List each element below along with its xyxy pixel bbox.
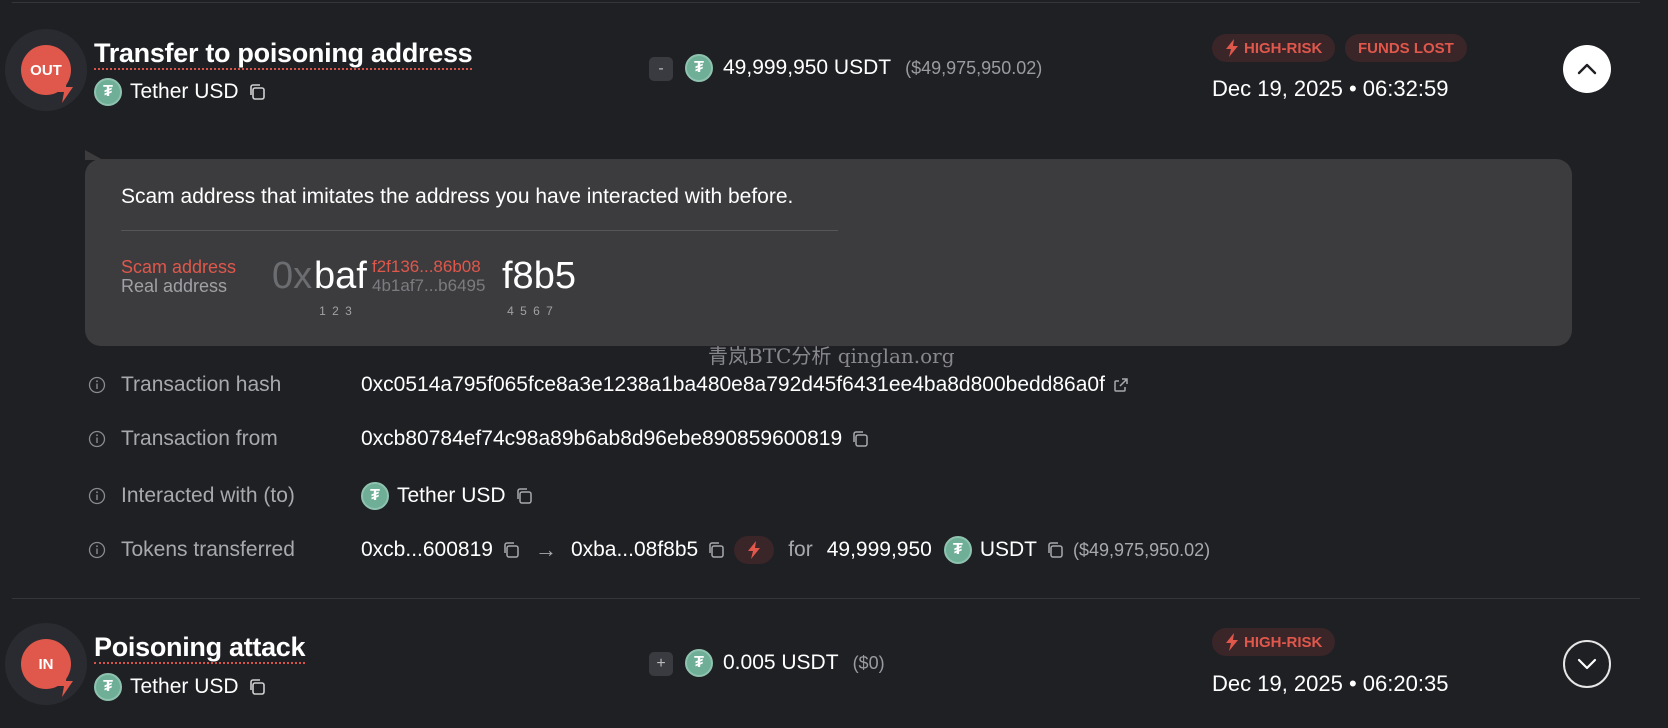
scam-address-middle: f2f136...86b08 (372, 257, 481, 276)
tx-title[interactable]: Transfer to poisoning address (94, 38, 473, 70)
digit: 3 (345, 304, 352, 318)
amount-value: 0.005 USDT (723, 651, 839, 674)
tether-icon: ₮ (685, 54, 713, 82)
external-link-icon[interactable] (1113, 377, 1129, 393)
real-address-middle: 4b1af7...b6495 (372, 276, 486, 295)
match-digits-end: 4567 (504, 304, 556, 318)
bolt-icon (748, 541, 761, 559)
digit: 6 (533, 304, 540, 318)
tx-date: Dec 19, 2025 • 06:20:35 (1212, 671, 1449, 696)
digit: 1 (319, 304, 326, 318)
bolt-icon (57, 77, 73, 103)
detail-label: Transaction hash (121, 373, 282, 396)
token-from-address[interactable]: 0xcb...600819 (361, 538, 493, 562)
real-address-label: Real address (121, 276, 228, 296)
info-icon[interactable] (88, 541, 106, 559)
address-prefix: 0x (272, 255, 313, 297)
tether-icon: ₮ (361, 482, 389, 510)
badge-high-risk: HIGH-RISK (1212, 34, 1336, 62)
copy-icon[interactable] (247, 677, 267, 697)
badge-label: HIGH-RISK (1244, 39, 1323, 57)
watermark: 青岚BTC分析 qinglan.org (708, 344, 955, 368)
risk-bolt-badge (734, 536, 775, 564)
badge-funds-lost: FUNDS LOST (1345, 34, 1467, 62)
token-symbol[interactable]: USDT (980, 538, 1037, 562)
detail-label: Tokens transferred (121, 538, 295, 561)
detail-row-hash: Transaction hash 0xc0514a795f065fce8a3e1… (88, 373, 1128, 397)
tether-icon: ₮ (94, 78, 122, 106)
amount: ₮ 49,999,950 USDT ($49,975,950.02) (685, 54, 1042, 82)
detail-value: ₮ Tether USD (361, 482, 534, 510)
detail-value: 0xc0514a795f065fce8a3e1238a1ba480e8a792d… (361, 373, 1129, 397)
copy-icon[interactable] (1045, 540, 1065, 560)
token-to-address[interactable]: 0xba...08f8b5 (571, 538, 698, 562)
top-divider (12, 2, 1640, 3)
from-address[interactable]: 0xcb80784ef74c98a89b6ab8d96ebe8908596008… (361, 427, 842, 451)
bolt-icon (57, 671, 73, 697)
panel-description: Scam address that imitates the address y… (121, 185, 794, 208)
tether-icon: ₮ (94, 673, 122, 701)
badge-label: HIGH-RISK (1244, 633, 1323, 651)
copy-icon[interactable] (850, 429, 870, 449)
poisoning-explanation-panel: Scam address that imitates the address y… (85, 159, 1572, 346)
tx-date: Dec 19, 2025 • 06:32:59 (1212, 76, 1449, 101)
tx-title[interactable]: Poisoning attack (94, 632, 306, 664)
arrow-right-icon: → (534, 537, 557, 562)
tx-hash-value[interactable]: 0xc0514a795f065fce8a3e1238a1ba480e8a792d… (361, 373, 1105, 397)
badge-label: FUNDS LOST (1358, 39, 1454, 57)
detail-row-tokens: Tokens transferred 0xcb...600819 → 0xba.… (88, 535, 1210, 565)
copy-icon[interactable] (514, 486, 534, 506)
digit: 2 (332, 304, 339, 318)
detail-row-from: Transaction from 0xcb80784ef74c98a89b6ab… (88, 427, 868, 451)
bolt-icon (1226, 39, 1238, 57)
detail-label: Interacted with (to) (121, 484, 295, 507)
panel-divider (121, 230, 838, 231)
detail-row-to: Interacted with (to) ₮ Tether USD (88, 481, 532, 511)
info-icon[interactable] (88, 487, 106, 505)
chevron-up-icon (1577, 63, 1597, 75)
for-label: for (788, 538, 813, 561)
info-icon[interactable] (88, 430, 106, 448)
scam-address-label: Scam address (121, 257, 237, 277)
address-match-start: baf (314, 255, 367, 297)
token-usd-value: ($49,975,950.02) (1073, 539, 1211, 560)
row-divider (12, 598, 1640, 599)
copy-icon[interactable] (501, 540, 521, 560)
match-digits-start: 123 (316, 304, 355, 318)
chevron-down-icon (1577, 658, 1597, 670)
info-icon[interactable] (88, 376, 106, 394)
amount-usd: ($0) (852, 652, 885, 673)
amount-value: 49,999,950 USDT (723, 56, 892, 79)
collapse-button[interactable] (1563, 45, 1611, 93)
badge-high-risk: HIGH-RISK (1212, 628, 1336, 656)
detail-value: 0xcb80784ef74c98a89b6ab8d96ebe8908596008… (361, 427, 870, 451)
copy-icon[interactable] (247, 82, 267, 102)
detail-label: Transaction from (121, 427, 278, 450)
token-name: Tether USD (130, 80, 239, 103)
digit: 5 (520, 304, 527, 318)
bolt-icon (1226, 633, 1238, 651)
amount-sign: + (649, 652, 673, 676)
detail-value: 0xcb...600819 → 0xba...08f8b5 for 49,999… (361, 536, 1210, 564)
expand-button[interactable] (1563, 640, 1611, 688)
token-amount: 49,999,950 (826, 538, 932, 561)
token-line: ₮ Tether USD (94, 78, 267, 106)
tether-icon: ₮ (943, 536, 972, 564)
copy-icon[interactable] (706, 540, 726, 560)
digit: 4 (507, 304, 514, 318)
tether-icon: ₮ (685, 649, 713, 677)
amount-sign: - (649, 57, 673, 81)
to-contract-name[interactable]: Tether USD (397, 484, 506, 508)
address-match-end: f8b5 (502, 255, 576, 297)
token-line: ₮ Tether USD (94, 673, 267, 701)
token-name: Tether USD (130, 675, 239, 698)
amount: ₮ 0.005 USDT ($0) (685, 649, 885, 677)
amount-usd: ($49,975,950.02) (905, 57, 1043, 78)
digit: 7 (546, 304, 553, 318)
